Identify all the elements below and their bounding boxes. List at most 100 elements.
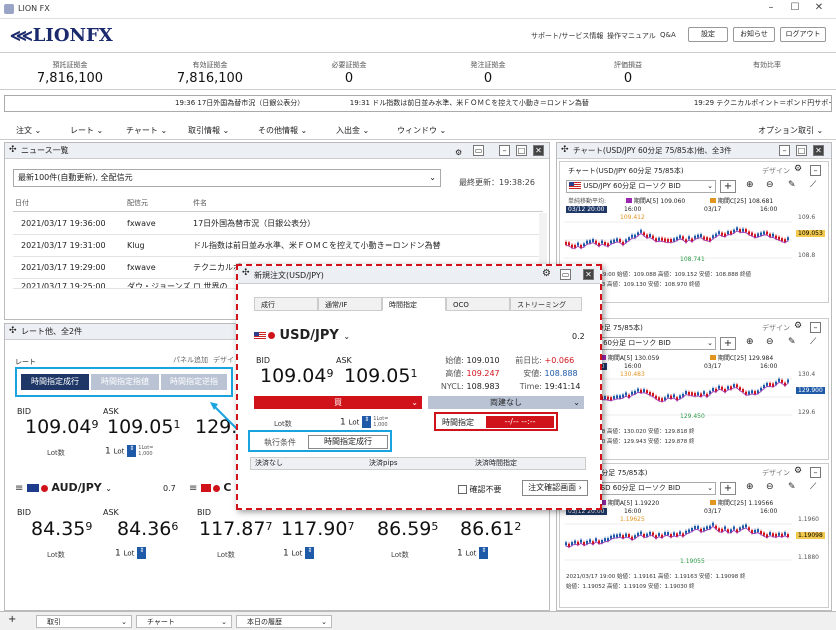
candle-body	[772, 383, 774, 387]
candle-body	[679, 395, 681, 399]
chart-plot[interactable]	[564, 214, 792, 266]
candle-body	[697, 392, 699, 396]
bottom-tab-history[interactable]: 本日の履歴 ⌄	[236, 615, 332, 628]
candle-body	[652, 235, 654, 239]
candle-body	[580, 539, 582, 543]
candle-body	[658, 533, 660, 537]
tab-streaming[interactable]: ストリーミング	[510, 297, 582, 311]
zoom-in-icon[interactable]: ⊕	[746, 337, 754, 347]
chart-axis-label: 129.6	[798, 409, 816, 416]
candle-body	[772, 533, 774, 537]
zoom-out-icon[interactable]: ⊖	[766, 180, 774, 190]
tab-oco[interactable]: OCO	[446, 297, 510, 311]
candle-body	[586, 540, 588, 544]
chart-high-label: 109.412	[620, 214, 645, 221]
gear-icon[interactable]: ⚙	[542, 268, 551, 279]
chart-plot[interactable]	[564, 516, 792, 568]
candle-body	[664, 532, 666, 536]
settle-none[interactable]: 決済なし	[255, 458, 283, 469]
dialog-pair[interactable]: USD/JPY ⌄	[254, 328, 350, 343]
draw-icon[interactable]: ✎	[788, 482, 796, 492]
tab-time[interactable]: 時間指定	[382, 297, 446, 311]
draw-icon[interactable]: ✎	[788, 337, 796, 347]
candle-body	[754, 234, 756, 238]
candle-body	[577, 242, 579, 246]
candle-body	[733, 384, 735, 388]
move-icon[interactable]: ✣	[561, 143, 569, 158]
time-spec-input[interactable]: --/-- --:--	[486, 416, 554, 428]
candle-body	[616, 238, 618, 242]
candle-body	[595, 240, 597, 244]
chart-axis-label: 130.4	[798, 371, 816, 378]
candle-body	[769, 532, 771, 536]
settle-time[interactable]: 決済時間指定	[475, 458, 517, 469]
add-indicator-icon[interactable]: +	[720, 482, 736, 495]
buy-sell-select[interactable]: 買 ⌄	[254, 396, 422, 409]
candle-body	[742, 389, 744, 393]
confirm-skip-checkbox[interactable]: 確認不要	[458, 484, 502, 495]
layout-icon[interactable]: ▭	[560, 269, 571, 280]
chart-pair-select[interactable]: USD/JPY 60分足 ローソク BID ⌄	[566, 180, 716, 193]
zoom-in-icon[interactable]: ⊕	[746, 482, 754, 492]
confirm-order-button[interactable]: 注文確認画面 ›	[522, 480, 588, 496]
bottom-tab-chart[interactable]: チャート ⌄	[136, 615, 232, 628]
time-spec-label: 時間指定	[442, 418, 474, 427]
bottom-tab-trade[interactable]: 取引 ⌄	[36, 615, 132, 628]
candle-body	[775, 533, 777, 537]
chart-design-link[interactable]: デザイン	[762, 166, 790, 176]
candle-body	[604, 242, 606, 246]
chart-ma25: 期間C[25] 129.984	[710, 353, 773, 362]
checkbox-icon[interactable]	[458, 485, 467, 494]
chart-sub-title: チャート(USD/JPY 60分足 75/85本)	[568, 167, 684, 175]
dialog-bid-rate[interactable]: 109.049	[260, 365, 333, 387]
draw-icon[interactable]: ✎	[788, 180, 796, 190]
move-icon[interactable]: ✣	[242, 268, 250, 278]
bottom-bar: + 取引 ⌄ チャート ⌄ 本日の履歴 ⌄	[0, 611, 836, 630]
trend-icon[interactable]: ⟋	[810, 337, 816, 347]
candle-body	[757, 529, 759, 533]
candle-body	[610, 397, 612, 401]
candle-body	[712, 522, 714, 526]
dialog-ask-rate[interactable]: 109.051	[344, 365, 417, 387]
gear-icon[interactable]: ⚙	[794, 466, 802, 476]
trend-icon[interactable]: ⟋	[810, 180, 816, 190]
tab-normal-if[interactable]: 通常/IF	[318, 297, 382, 311]
dialog-lot-input[interactable]: 1 Lot ⇕ 1Lot= 1,000	[340, 416, 388, 428]
zoom-out-icon[interactable]: ⊖	[766, 482, 774, 492]
minimize-panel-icon[interactable]: –	[810, 467, 821, 478]
candle-body	[769, 382, 771, 386]
minimize-panel-icon[interactable]: –	[779, 145, 790, 156]
zoom-in-icon[interactable]: ⊕	[746, 180, 754, 190]
chart-design-link[interactable]: デザイン	[762, 468, 790, 478]
gear-icon[interactable]: ⚙	[794, 321, 802, 331]
settle-pips[interactable]: 決済pips	[369, 458, 397, 469]
chart-design-link[interactable]: デザイン	[762, 323, 790, 333]
candle-body	[754, 529, 756, 533]
candle-body	[682, 236, 684, 240]
stepper-icon[interactable]: ⇕	[362, 416, 372, 428]
chart-last-price: 1.19098	[796, 532, 825, 539]
hedge-select[interactable]: 両建なし ⌄	[428, 396, 584, 409]
add-indicator-icon[interactable]: +	[720, 180, 736, 193]
exec-condition-value[interactable]: 時間指定成行	[308, 435, 388, 449]
gear-icon[interactable]: ⚙	[794, 164, 802, 174]
close-dialog-icon[interactable]: ✕	[583, 269, 594, 280]
dialog-stats-right: 前日比: +0.066 安値: 108.888 Time: 19:41:14	[515, 356, 581, 391]
candle-body	[571, 542, 573, 546]
add-tab-icon[interactable]: +	[8, 614, 16, 625]
close-panel-icon[interactable]: ✕	[813, 145, 824, 156]
candle-body	[595, 538, 597, 542]
trend-icon[interactable]: ⟋	[810, 482, 816, 492]
candle-body	[784, 532, 786, 536]
add-indicator-icon[interactable]: +	[720, 337, 736, 350]
maximize-panel-icon[interactable]: □	[796, 145, 807, 156]
zoom-out-icon[interactable]: ⊖	[766, 337, 774, 347]
candle-body	[685, 391, 687, 395]
minimize-panel-icon[interactable]: –	[810, 165, 821, 176]
candle-body	[703, 391, 705, 395]
minimize-panel-icon[interactable]: –	[810, 322, 821, 333]
candle-body	[724, 526, 726, 530]
candle-body	[760, 531, 762, 535]
tab-market[interactable]: 成行	[254, 297, 318, 311]
exec-condition-label: 執行条件	[264, 438, 296, 447]
